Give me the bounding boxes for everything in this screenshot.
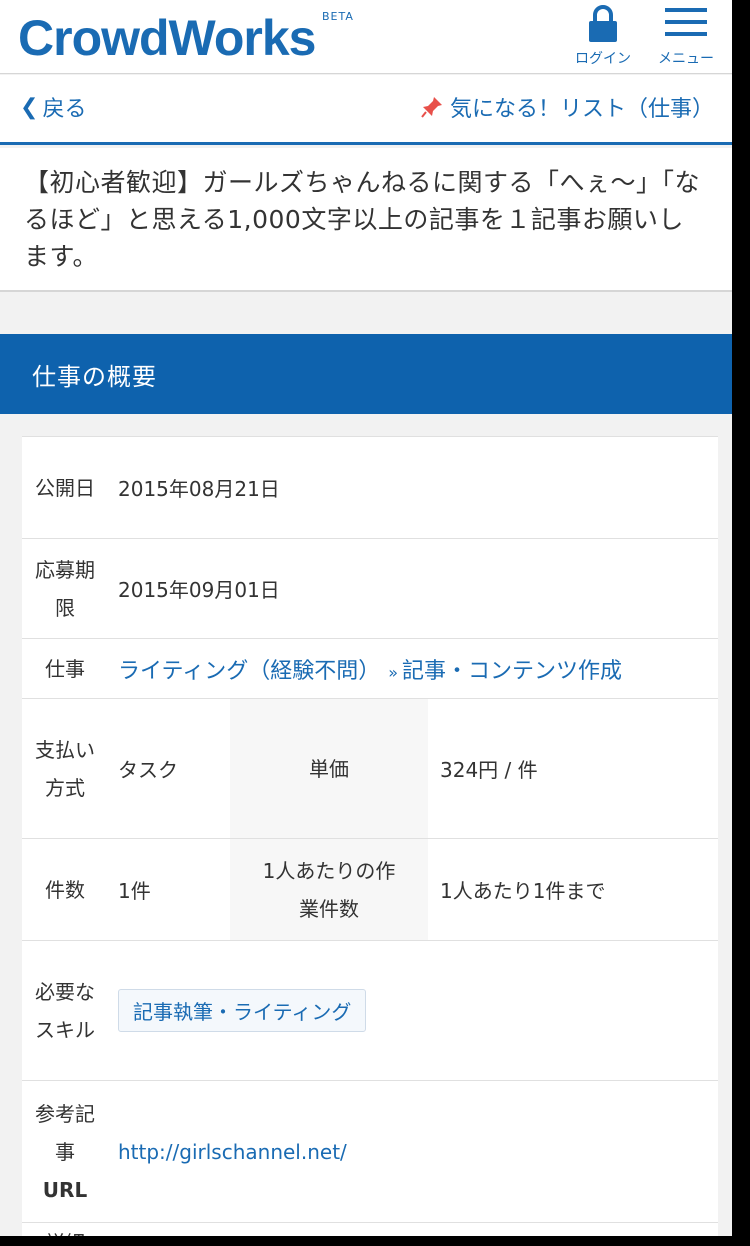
- lock-icon: [589, 5, 617, 42]
- page: CrowdWorks BETA ログイン メニュー ❮ 戻る 気になる！リスト（…: [0, 0, 732, 1236]
- row-skills: 必要なスキル 記事執筆・ライティング: [22, 940, 718, 1080]
- beta-badge: BETA: [322, 10, 354, 23]
- count-value: 1件: [118, 879, 151, 903]
- per-person-label: 1人あたりの作業件数: [230, 839, 428, 940]
- nav-bar: ❮ 戻る 気になる！リスト（仕事）: [0, 75, 732, 145]
- deadline-value: 2015年09月01日: [118, 578, 280, 602]
- row-count: 件数 1件 1人あたりの作業件数 1人あたり1件まで: [22, 838, 718, 940]
- row-payment: 支払い方式 タスク 単価 324円 / 件: [22, 698, 718, 838]
- payment-value: タスク: [118, 758, 178, 782]
- breadcrumb-separator: »: [388, 662, 399, 682]
- published-label: 公開日: [35, 475, 95, 500]
- job-category-links: ライティング（経験不問） » 記事・コンテンツ作成: [108, 653, 718, 685]
- back-label: 戻る: [42, 97, 87, 122]
- deadline-label: 応募期限: [35, 557, 95, 620]
- job-title: 【初心者歓迎】ガールズちゃんねるに関する「へぇ～」「なるほど」と思える1,000…: [24, 168, 701, 271]
- payment-label: 支払い方式: [35, 737, 95, 800]
- ref-url-label-text: 参考記事: [35, 1101, 95, 1164]
- row-job-category: 仕事 ライティング（経験不問） » 記事・コンテンツ作成: [22, 638, 718, 698]
- row-deadline: 応募期限 2015年09月01日: [22, 538, 718, 638]
- job-category-link[interactable]: ライティング（経験不問）: [118, 659, 380, 684]
- crowdworks-logo[interactable]: CrowdWorks: [18, 8, 316, 68]
- skills-list: 記事執筆・ライティング: [108, 989, 718, 1032]
- row-published: 公開日 2015年08月21日: [22, 436, 718, 538]
- reference-url-link[interactable]: http://girlschannel.net/: [118, 1140, 347, 1164]
- job-subcategory-link[interactable]: 記事・コンテンツ作成: [402, 659, 622, 684]
- menu-button[interactable]: メニュー: [651, 4, 721, 70]
- row-next: 詳細: [22, 1222, 718, 1236]
- login-label: ログイン: [575, 51, 631, 67]
- app-header: CrowdWorks BETA ログイン メニュー: [0, 0, 732, 74]
- published-value: 2015年08月21日: [118, 477, 280, 501]
- chevron-left-icon: ❮: [20, 94, 39, 120]
- hamburger-icon: [665, 8, 707, 36]
- favorite-label: 気になる！リスト（仕事）: [449, 97, 714, 122]
- job-title-block: 【初心者歓迎】ガールズちゃんねるに関する「へぇ～」「なるほど」と思える1,000…: [0, 148, 732, 292]
- login-button[interactable]: ログイン: [568, 4, 638, 70]
- unit-price-label: 単価: [230, 699, 428, 838]
- unit-price-value: 324円 / 件: [440, 758, 538, 782]
- section-title: 仕事の概要: [32, 362, 157, 391]
- ref-url-cell: http://girlschannel.net/: [108, 1140, 718, 1164]
- next-row-label: 詳細: [22, 1223, 108, 1236]
- row-reference-url: 参考記事 URL http://girlschannel.net/: [22, 1080, 718, 1222]
- skill-tag[interactable]: 記事執筆・ライティング: [118, 989, 367, 1032]
- ref-url-label-url: URL: [42, 1177, 88, 1202]
- job-details-table: 公開日 2015年08月21日 応募期限 2015年09月01日 仕事 ライティ…: [22, 436, 718, 1236]
- favorite-list-link[interactable]: 気になる！リスト（仕事）: [420, 91, 714, 123]
- menu-label: メニュー: [658, 51, 714, 67]
- ref-url-label: 参考記事 URL: [22, 1095, 108, 1209]
- section-header: 仕事の概要: [0, 334, 732, 414]
- skills-label: 必要なスキル: [35, 979, 95, 1042]
- job-label: 仕事: [45, 656, 85, 681]
- back-link[interactable]: ❮ 戻る: [20, 91, 86, 123]
- per-person-value: 1人あたり1件まで: [440, 879, 606, 903]
- pin-icon: [421, 97, 442, 118]
- count-label: 件数: [45, 877, 85, 902]
